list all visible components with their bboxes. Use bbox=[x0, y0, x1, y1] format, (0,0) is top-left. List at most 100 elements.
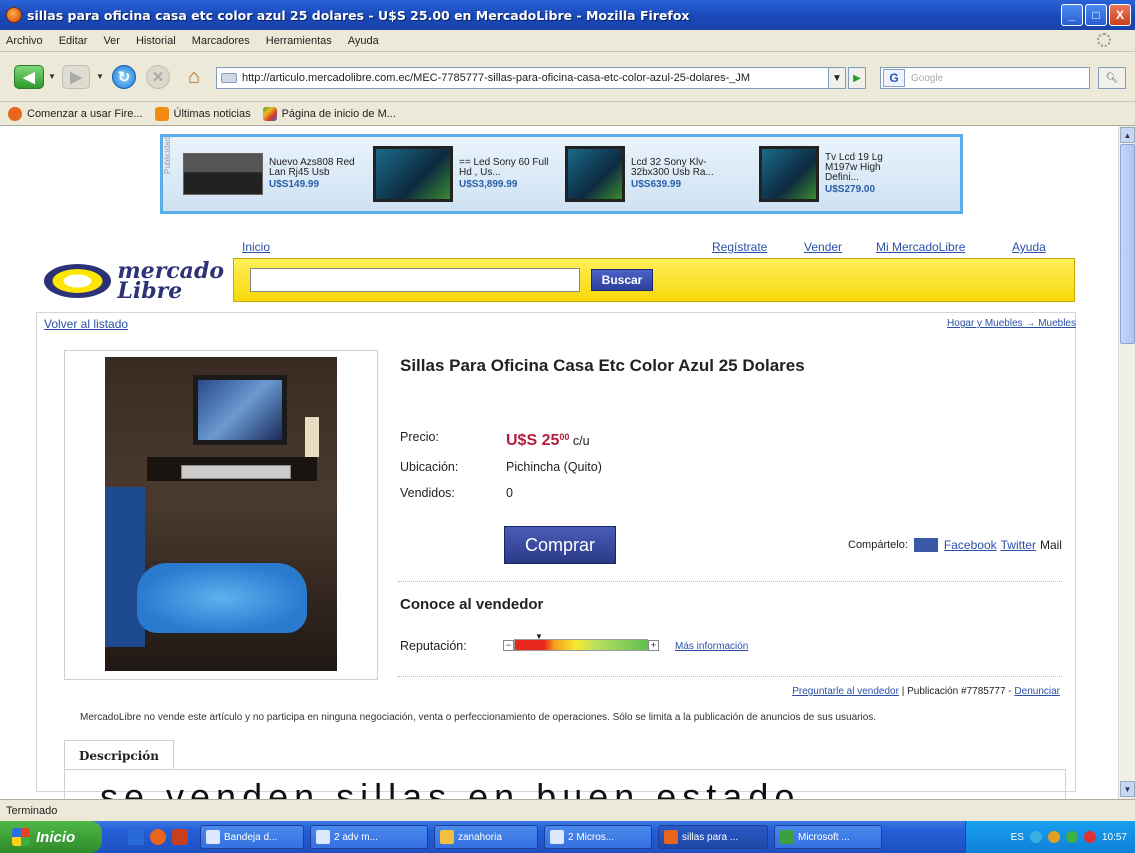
price-unit: c/u bbox=[572, 434, 590, 449]
ie-icon[interactable] bbox=[128, 829, 144, 845]
vender-link-text[interactable]: Vender bbox=[804, 240, 842, 254]
buscar-button[interactable]: Buscar bbox=[591, 269, 653, 291]
google-engine-icon[interactable]: G bbox=[883, 69, 905, 87]
minimize-button[interactable]: _ bbox=[1061, 4, 1083, 26]
product-thumbnail[interactable] bbox=[373, 146, 453, 202]
ayuda-link-text[interactable]: Ayuda bbox=[1012, 240, 1046, 254]
price-cents: 00 bbox=[559, 432, 570, 442]
scrollbar-thumb[interactable] bbox=[1120, 144, 1135, 344]
registrate-link[interactable]: Regístrate bbox=[712, 240, 767, 254]
volver-al-listado-link[interactable]: Volver al listado bbox=[44, 317, 128, 331]
mail-link[interactable]: Mail bbox=[1040, 538, 1062, 552]
menu-editar[interactable]: Editar bbox=[59, 35, 88, 47]
ad-item[interactable]: Nuevo Azs808 Red Lan Rj45 Usb U$S149.99 bbox=[183, 137, 359, 211]
security-icon[interactable] bbox=[1083, 831, 1096, 843]
volume-icon[interactable] bbox=[1047, 831, 1060, 843]
search-go-icon[interactable]: 🔍︎ bbox=[1098, 67, 1126, 89]
reload-button[interactable]: ↻ bbox=[112, 65, 136, 89]
vertical-scrollbar[interactable]: ▲ ▼ bbox=[1118, 126, 1135, 799]
word-icon bbox=[550, 830, 564, 844]
back-button[interactable]: ◀ bbox=[14, 65, 44, 89]
logo-line2: Libre bbox=[117, 278, 183, 304]
registrate-link-text[interactable]: Regístrate bbox=[712, 240, 767, 254]
taskbar: Inicio Bandeja d... 2 adv m... zanahoria… bbox=[0, 821, 1135, 853]
start-button[interactable]: Inicio bbox=[0, 821, 102, 853]
price-main: U$S 25 bbox=[506, 432, 560, 450]
bookmark-label: Comenzar a usar Fire... bbox=[27, 107, 143, 120]
task-micros[interactable]: 2 Micros... bbox=[544, 825, 652, 849]
vender-link[interactable]: Vender bbox=[804, 240, 842, 254]
inicio-link-text[interactable]: Inicio bbox=[242, 240, 270, 254]
task-microsoft[interactable]: Microsoft ... bbox=[774, 825, 882, 849]
denunciar-link[interactable]: Denunciar bbox=[1014, 686, 1060, 697]
menu-marcadores[interactable]: Marcadores bbox=[192, 35, 250, 47]
facebook-link[interactable]: Facebook bbox=[944, 538, 997, 552]
window-title: sillas para oficina casa etc color azul … bbox=[27, 7, 690, 23]
clock[interactable]: 10:57 bbox=[1102, 832, 1127, 843]
ad-item[interactable]: == Led Sony 60 Full Hd , Us... U$S3,899.… bbox=[373, 137, 549, 211]
preguntar-link[interactable]: Preguntarle al vendedor bbox=[792, 686, 899, 697]
menu-historial[interactable]: Historial bbox=[136, 35, 176, 47]
close-button[interactable]: X bbox=[1109, 4, 1131, 26]
url-dropdown-icon[interactable]: ▼ bbox=[828, 67, 846, 89]
product-photo-frame[interactable] bbox=[64, 350, 378, 680]
breadcrumb[interactable]: Hogar y Muebles → Muebles bbox=[947, 318, 1076, 329]
divider bbox=[398, 581, 1062, 582]
app-icon[interactable] bbox=[172, 829, 188, 845]
maximize-button[interactable]: □ bbox=[1085, 4, 1107, 26]
task-label: 2 Micros... bbox=[568, 831, 615, 843]
task-bandeja[interactable]: Bandeja d... bbox=[200, 825, 304, 849]
menu-ayuda[interactable]: Ayuda bbox=[348, 35, 379, 47]
home-button[interactable]: ⌂ bbox=[182, 65, 206, 89]
firefox-icon bbox=[664, 830, 678, 844]
ubicacion-label: Ubicación: bbox=[400, 460, 459, 475]
ad-item[interactable]: Lcd 32 Sony Klv-32bx300 Usb Ra... U$S639… bbox=[565, 137, 721, 211]
forward-history-arrow-icon[interactable]: ▼ bbox=[96, 72, 104, 81]
bookmark-comenzar[interactable]: Comenzar a usar Fire... bbox=[8, 106, 143, 121]
back-history-arrow-icon[interactable]: ▼ bbox=[48, 72, 56, 81]
scroll-up-icon[interactable]: ▲ bbox=[1120, 127, 1135, 143]
menu-archivo[interactable]: Archivo bbox=[6, 35, 43, 47]
disclaimer-text: MercadoLibre no vende este artículo y no… bbox=[80, 712, 877, 723]
facebook-icon[interactable] bbox=[913, 538, 938, 552]
comprar-button[interactable]: Comprar bbox=[504, 526, 616, 564]
price: U$S 2500 c/u bbox=[506, 424, 590, 454]
stop-button[interactable]: ✕ bbox=[146, 65, 170, 89]
go-button[interactable]: ▶ bbox=[848, 67, 866, 89]
product-thumbnail[interactable] bbox=[183, 153, 263, 195]
product-thumbnail[interactable] bbox=[565, 146, 625, 202]
network-icon[interactable] bbox=[1029, 831, 1042, 843]
mercadolibre-logo[interactable]: mercado Libre bbox=[44, 260, 224, 302]
tab-descripcion[interactable]: Descripción bbox=[64, 740, 174, 770]
antivirus-icon[interactable] bbox=[1065, 831, 1078, 843]
status-text: Terminado bbox=[6, 804, 58, 817]
task-sillas[interactable]: sillas para ... bbox=[658, 825, 768, 849]
inicio-link[interactable]: Inicio bbox=[242, 240, 270, 254]
ad-banner[interactable]: Publicidad Nuevo Azs808 Red Lan Rj45 Usb… bbox=[160, 134, 963, 214]
product-photo[interactable] bbox=[105, 357, 337, 671]
bookmark-noticias[interactable]: Últimas noticias bbox=[154, 106, 251, 121]
quick-launch bbox=[128, 829, 188, 845]
share-bar: Compártelo: Facebook Twitter Mail bbox=[848, 538, 1062, 552]
forward-button[interactable]: ▶ bbox=[62, 65, 90, 89]
task-adv[interactable]: 2 adv m... bbox=[310, 825, 428, 849]
system-tray: ES 10:57 bbox=[965, 821, 1135, 853]
bookmark-msn[interactable]: Página de inicio de M... bbox=[262, 106, 396, 121]
mi-mercadolibre-link-text[interactable]: Mi MercadoLibre bbox=[876, 240, 965, 254]
menu-ver[interactable]: Ver bbox=[103, 35, 120, 47]
site-search-input[interactable] bbox=[250, 268, 580, 292]
menu-herramientas[interactable]: Herramientas bbox=[266, 35, 332, 47]
mi-mercadolibre-link[interactable]: Mi MercadoLibre bbox=[876, 240, 965, 254]
url-bar[interactable]: http://articulo.mercadolibre.com.ec/MEC-… bbox=[216, 67, 846, 89]
firefox-icon[interactable] bbox=[150, 829, 166, 845]
mas-informacion-link[interactable]: Más información bbox=[675, 641, 748, 652]
language-indicator[interactable]: ES bbox=[1011, 832, 1024, 843]
search-box[interactable]: G Google bbox=[880, 67, 1090, 89]
twitter-link[interactable]: Twitter bbox=[1001, 538, 1036, 552]
product-thumbnail[interactable] bbox=[759, 146, 819, 202]
ad-item[interactable]: Tv Lcd 19 Lg M197w High Defini... U$S279… bbox=[759, 137, 915, 211]
site-identity-icon[interactable] bbox=[221, 73, 237, 83]
ayuda-link[interactable]: Ayuda bbox=[1012, 240, 1046, 254]
scroll-down-icon[interactable]: ▼ bbox=[1120, 781, 1135, 797]
task-zanahoria[interactable]: zanahoria bbox=[434, 825, 538, 849]
